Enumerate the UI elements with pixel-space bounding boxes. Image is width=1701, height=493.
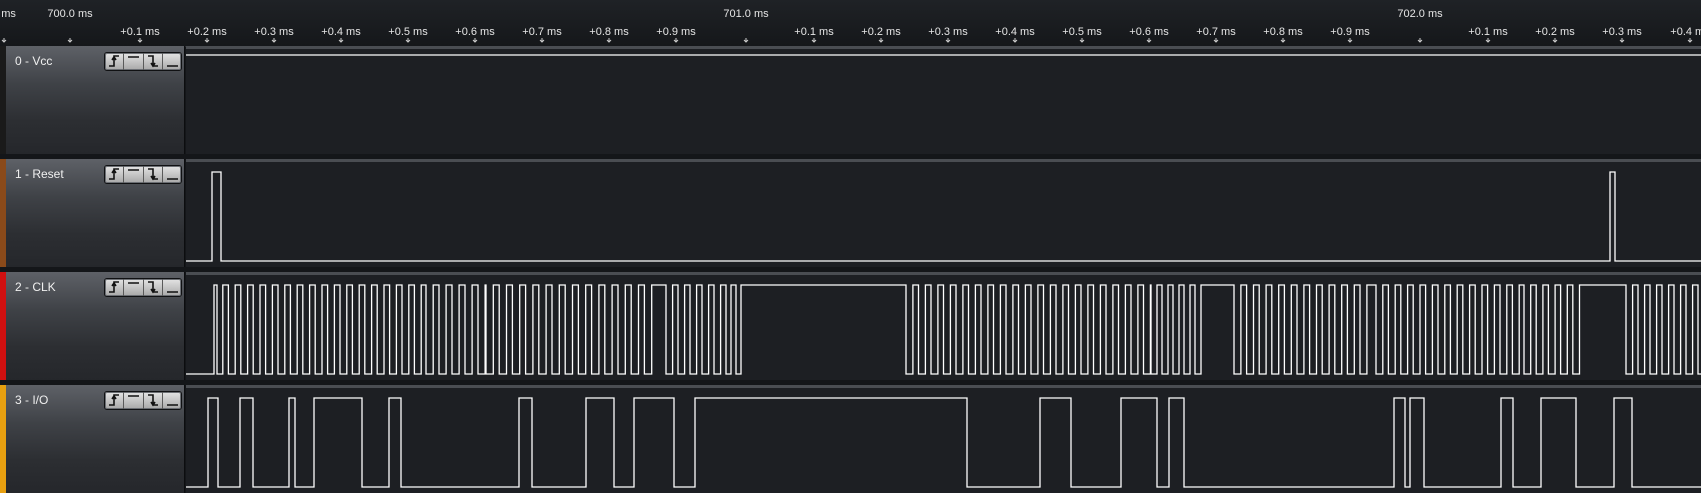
high-level-icon[interactable] <box>124 166 144 183</box>
channel-name: 0 - Vcc <box>15 54 53 68</box>
ruler-tick-marker <box>1347 38 1353 43</box>
channel-row-vcc: 0 - Vcc <box>0 46 1701 154</box>
falling-edge-icon[interactable] <box>144 166 163 183</box>
waveform-io[interactable] <box>186 385 1701 493</box>
rising-edge-icon[interactable] <box>105 392 125 409</box>
ruler-tick-label: +0.5 ms <box>388 26 428 38</box>
channel-name: 2 - CLK <box>15 280 56 294</box>
ruler-tick-marker <box>945 38 951 43</box>
waveform-vcc[interactable] <box>186 46 1701 154</box>
falling-edge-icon[interactable] <box>144 392 163 409</box>
rising-edge-icon[interactable] <box>105 279 125 296</box>
ruler-tick-label: +0.1 ms <box>1468 26 1508 38</box>
trigger-button-group <box>104 52 182 71</box>
ruler-tick-marker <box>1079 38 1085 43</box>
ruler-tick-marker <box>1280 38 1286 43</box>
ruler-tick-marker <box>472 38 478 43</box>
low-level-icon[interactable] <box>163 53 181 70</box>
trigger-button-group <box>104 391 182 410</box>
ruler-tick-marker <box>811 38 817 43</box>
channel-row-io: 3 - I/O <box>0 385 1701 493</box>
ruler-tick-label: +0.6 ms <box>1129 26 1169 38</box>
ruler-tick-label: +0.8 ms <box>589 26 629 38</box>
ruler-tick-label: +0.4 ms <box>995 26 1035 38</box>
channel-color-strip <box>0 159 6 267</box>
channel-label-panel[interactable]: 1 - Reset <box>0 159 185 267</box>
high-level-icon[interactable] <box>124 392 144 409</box>
ruler-tick-label: +0.2 ms <box>1535 26 1575 38</box>
falling-edge-icon[interactable] <box>144 279 163 296</box>
ruler-tick-marker <box>137 38 143 43</box>
channel-color-strip <box>0 272 6 380</box>
ruler-tick-label: +0.5 ms <box>1062 26 1102 38</box>
ruler-tick-marker <box>405 38 411 43</box>
time-ruler[interactable]: 9 ms 700.0 ms +0.1 ms +0.2 ms +0.3 ms +0.4 ms… <box>0 0 1701 47</box>
ruler-tick-label: +0.9 ms <box>656 26 696 38</box>
ruler-tick-label: +0.4 ms <box>321 26 361 38</box>
waveform-trace <box>186 54 1701 56</box>
ruler-tick-label: 9 ms <box>0 8 16 20</box>
ruler-tick-label: 701.0 ms <box>723 8 769 20</box>
ruler-tick-marker <box>1619 38 1625 43</box>
waveform-trace <box>186 284 1701 375</box>
ruler-tick-label: +0.7 ms <box>522 26 562 38</box>
waveform-trace <box>186 397 1701 488</box>
ruler-tick-label: +0.1 ms <box>120 26 160 38</box>
waveform-reset[interactable] <box>186 159 1701 267</box>
ruler-tick-label: +0.6 ms <box>455 26 495 38</box>
high-level-icon[interactable] <box>124 279 144 296</box>
ruler-tick-label: +0.2 ms <box>861 26 901 38</box>
channel-row-clk: 2 - CLK <box>0 272 1701 380</box>
ruler-tick-label: +0.8 ms <box>1263 26 1303 38</box>
falling-edge-icon[interactable] <box>144 53 163 70</box>
trigger-button-group <box>104 278 182 297</box>
waveform-clk[interactable] <box>186 272 1701 380</box>
low-level-icon[interactable] <box>163 279 181 296</box>
low-level-icon[interactable] <box>163 166 181 183</box>
ruler-tick-marker <box>1213 38 1219 43</box>
ruler-tick-label: +0.4 ms <box>1670 26 1701 38</box>
rising-edge-icon[interactable] <box>105 53 125 70</box>
ruler-tick-marker <box>1146 38 1152 43</box>
ruler-tick-label: 702.0 ms <box>1397 8 1443 20</box>
ruler-tick-label: +0.7 ms <box>1196 26 1236 38</box>
channel-label-panel[interactable]: 2 - CLK <box>0 272 185 380</box>
low-level-icon[interactable] <box>163 392 181 409</box>
ruler-tick-label: +0.2 ms <box>187 26 227 38</box>
ruler-tick-marker <box>271 38 277 43</box>
trigger-button-group <box>104 165 182 184</box>
high-level-icon[interactable] <box>124 53 144 70</box>
ruler-tick-marker <box>1687 38 1693 43</box>
ruler-tick-label: +0.3 ms <box>1602 26 1642 38</box>
ruler-tick-marker <box>743 38 749 43</box>
ruler-tick-marker <box>878 38 884 43</box>
channel-name: 1 - Reset <box>15 167 64 181</box>
ruler-tick-label: +0.9 ms <box>1330 26 1370 38</box>
ruler-tick-marker <box>1417 38 1423 43</box>
ruler-tick-marker <box>539 38 545 43</box>
ruler-tick-marker <box>606 38 612 43</box>
ruler-tick-marker <box>1 38 7 43</box>
channel-color-strip <box>0 46 6 154</box>
channel-color-strip <box>0 385 6 493</box>
ruler-tick-label: +0.1 ms <box>794 26 834 38</box>
rising-edge-icon[interactable] <box>105 166 125 183</box>
channel-label-panel[interactable]: 3 - I/O <box>0 385 185 493</box>
ruler-tick-marker <box>1012 38 1018 43</box>
ruler-tick-marker <box>204 38 210 43</box>
time-ruler-scale: 9 ms 700.0 ms +0.1 ms +0.2 ms +0.3 ms +0.4 ms… <box>0 8 1701 43</box>
ruler-tick-marker <box>338 38 344 43</box>
channel-label-panel[interactable]: 0 - Vcc <box>0 46 185 154</box>
ruler-tick-marker <box>67 38 73 43</box>
ruler-tick-label: +0.3 ms <box>254 26 294 38</box>
waveform-trace <box>186 171 1701 262</box>
ruler-tick-label: +0.3 ms <box>928 26 968 38</box>
ruler-tick-marker <box>1485 38 1491 43</box>
ruler-tick-marker <box>1552 38 1558 43</box>
ruler-tick-marker <box>673 38 679 43</box>
channel-row-reset: 1 - Reset <box>0 159 1701 267</box>
channel-name: 3 - I/O <box>15 393 49 407</box>
ruler-tick-label: 700.0 ms <box>47 8 93 20</box>
